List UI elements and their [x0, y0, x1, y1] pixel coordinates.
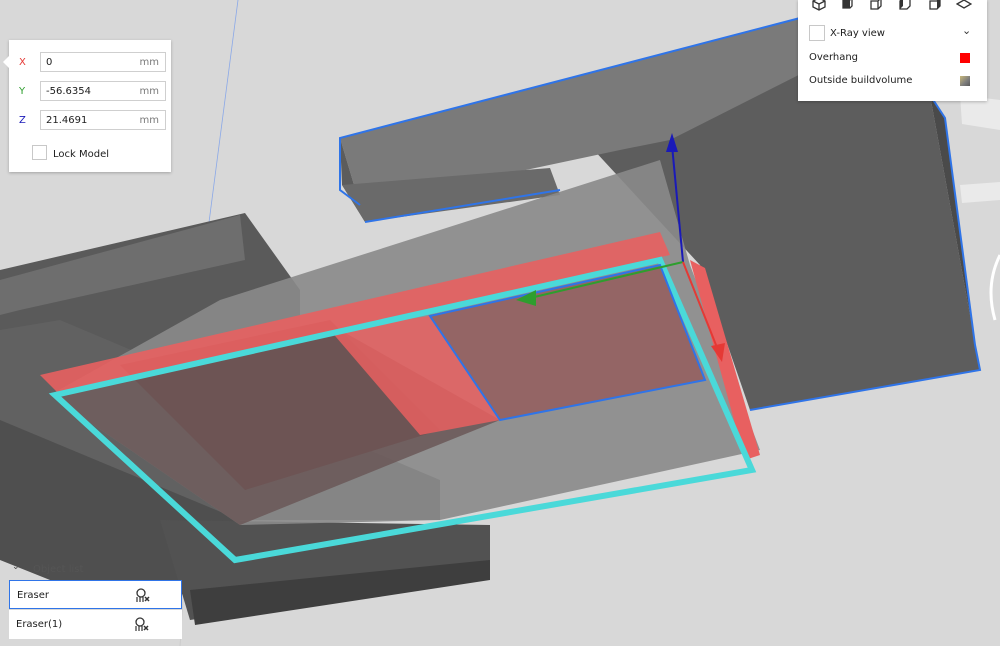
- y-row: Y -56.6354 mm: [17, 81, 167, 103]
- left-view-icon[interactable]: [897, 0, 913, 12]
- outside-buildvolume-swatch: [960, 76, 970, 86]
- x-value: 0: [46, 57, 53, 68]
- top-view-icon[interactable]: [868, 0, 884, 12]
- 3d-view-icon[interactable]: [811, 0, 827, 12]
- object-name: Eraser(1): [16, 619, 63, 630]
- z-input[interactable]: 21.4691 mm: [40, 110, 166, 130]
- lock-model-label: Lock Model: [53, 149, 110, 160]
- view-panel: X-Ray view ⌄ Overhang Outside buildvolum…: [798, 0, 987, 101]
- object-list-header[interactable]: ⌄ Object list: [9, 562, 181, 578]
- xray-view-checkbox[interactable]: [809, 25, 825, 41]
- list-item-eraser[interactable]: Eraser: [9, 580, 182, 609]
- list-item-eraser-1[interactable]: Eraser(1): [9, 610, 182, 639]
- chevron-down-icon[interactable]: ⌄: [12, 562, 20, 572]
- y-value: -56.6354: [46, 86, 91, 97]
- z-axis-label: Z: [19, 115, 26, 126]
- right-view-icon[interactable]: [927, 0, 943, 12]
- move-tool-panel: X 0 mm Y -56.6354 mm Z 21.4691 mm Lock M…: [3, 40, 171, 172]
- overhang-swatch: [960, 53, 970, 63]
- y-axis-label: Y: [19, 86, 26, 97]
- lock-model-checkbox[interactable]: [32, 145, 47, 160]
- extruder-icon: [136, 588, 150, 602]
- outside-buildvolume-label: Outside buildvolume: [809, 75, 913, 86]
- xray-dropdown-chevron-icon[interactable]: ⌄: [962, 24, 971, 37]
- x-unit: mm: [139, 57, 159, 68]
- z-value: 21.4691: [46, 115, 88, 126]
- y-input[interactable]: -56.6354 mm: [40, 81, 166, 101]
- x-row: X 0 mm: [17, 52, 167, 74]
- layer-view-icon[interactable]: [956, 0, 972, 12]
- extruder-icon: [135, 617, 149, 631]
- z-unit: mm: [139, 115, 159, 126]
- x-input[interactable]: 0 mm: [40, 52, 166, 72]
- z-row: Z 21.4691 mm: [17, 110, 167, 132]
- overhang-label: Overhang: [809, 52, 859, 63]
- front-view-icon[interactable]: [839, 0, 855, 12]
- y-unit: mm: [139, 86, 159, 97]
- x-axis-label: X: [19, 57, 26, 68]
- xray-view-label: X-Ray view: [830, 28, 885, 39]
- object-list-title: Object list: [33, 564, 84, 575]
- object-name: Eraser: [17, 590, 50, 601]
